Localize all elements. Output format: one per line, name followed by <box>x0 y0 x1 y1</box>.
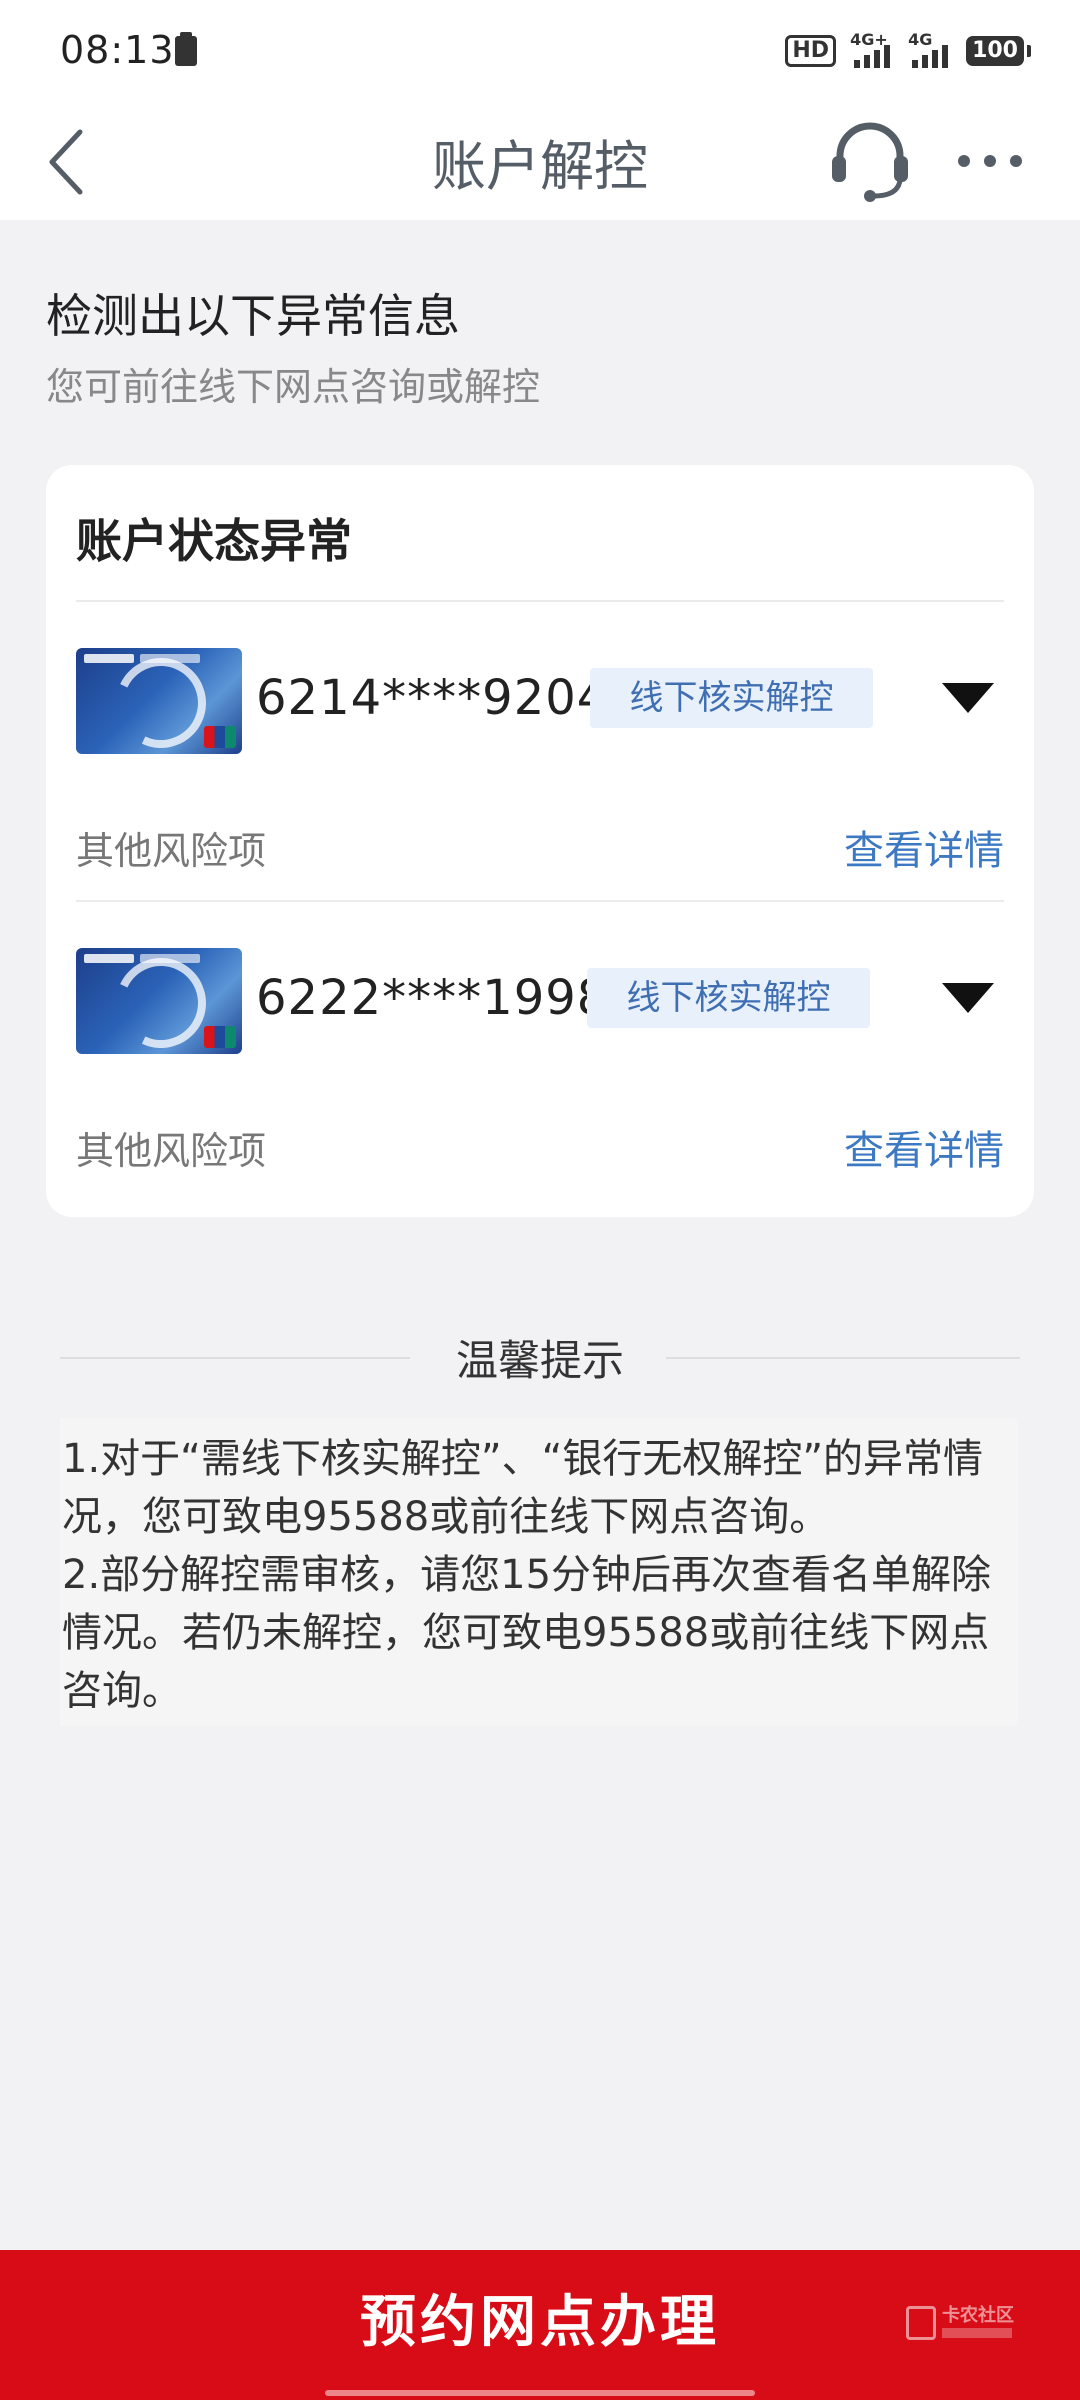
home-indicator[interactable] <box>325 2390 755 2396</box>
page: 08:13 HD 4G+ 4G 100 账户解控 检测出以下异常信息 您可前往线… <box>0 0 1080 2400</box>
intro-title: 检测出以下异常信息 <box>46 289 460 343</box>
unionpay-logo-icon <box>204 1026 236 1048</box>
battery-icon: 100 <box>966 36 1031 66</box>
watermark-logo-icon <box>906 2306 936 2340</box>
nav-bar: 账户解控 <box>0 100 1080 220</box>
card-title: 账户状态异常 <box>76 514 352 568</box>
tips-header: 温馨提示 <box>60 1325 1020 1385</box>
bank-card-image <box>76 948 242 1054</box>
book-branch-label: 预约网点办理 <box>360 2290 720 2355</box>
watermark: 卡农社区 <box>906 2302 1016 2352</box>
view-details-link[interactable]: 查看详情 <box>844 1118 1004 1176</box>
signal-4g-plus-icon: 4G+ <box>850 30 894 68</box>
status-icons: HD 4G+ 4G 100 <box>785 30 1031 68</box>
status-badge: 线下核实解控 <box>587 968 870 1028</box>
status-bar: 08:13 HD 4G+ 4G 100 <box>0 0 1080 100</box>
account-number: 6222****1998 <box>256 970 609 1026</box>
unionpay-logo-icon <box>204 726 236 748</box>
book-branch-button[interactable]: 预约网点办理 卡农社区 <box>0 2250 1080 2400</box>
account-row[interactable]: 6222****1998 线下核实解控 <box>76 948 1004 1058</box>
view-details-link[interactable]: 查看详情 <box>844 818 1004 876</box>
more-dots-icon <box>958 155 1022 167</box>
signal-4g-icon: 4G <box>908 30 952 68</box>
headset-icon <box>832 122 908 202</box>
divider <box>76 600 1004 602</box>
tips-title: 温馨提示 <box>60 1327 1020 1388</box>
account-number: 6214****9204 <box>256 670 609 726</box>
customer-service-button[interactable] <box>830 118 910 202</box>
status-time: 08:13 <box>60 28 175 72</box>
page-title: 账户解控 <box>432 135 648 198</box>
caret-down-icon[interactable] <box>942 683 994 715</box>
tips-content: 1.对于“需线下核实解控”、“银行无权解控”的异常情况，您可致电95588或前往… <box>60 1418 1018 1726</box>
tip-line: 2.部分解控需审核，请您15分钟后再次查看名单解除情况。若仍未解控，您可致电95… <box>62 1552 992 1714</box>
divider <box>76 900 1004 902</box>
caret-down-icon[interactable] <box>942 983 994 1015</box>
clipboard-icon <box>175 32 197 66</box>
account-row[interactable]: 6214****9204 线下核实解控 <box>76 648 1004 758</box>
risk-label: 其他风险项 <box>76 1129 267 1173</box>
status-badge: 线下核实解控 <box>590 668 873 728</box>
bank-card-image <box>76 648 242 754</box>
more-button[interactable] <box>950 136 1030 186</box>
tip-line: 1.对于“需线下核实解控”、“银行无权解控”的异常情况，您可致电95588或前往… <box>62 1436 984 1540</box>
intro-subtitle: 您可前往线下网点咨询或解控 <box>46 365 541 409</box>
risk-label: 其他风险项 <box>76 829 267 873</box>
account-status-card: 账户状态异常 6214****9204 线下核实解控 其他风险项 查看详情 62… <box>46 465 1034 1217</box>
hd-voice-icon: HD <box>785 35 837 67</box>
